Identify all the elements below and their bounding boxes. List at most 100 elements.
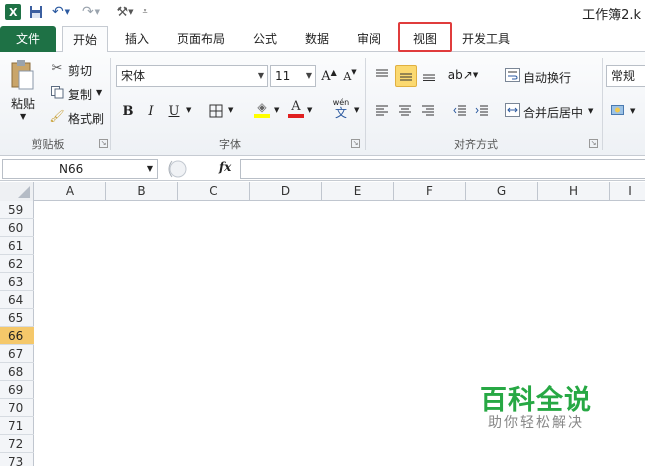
- chevron-down-icon: ▼: [146, 164, 153, 173]
- copy-dropdown-icon[interactable]: ▼: [96, 88, 102, 97]
- tab-formulas[interactable]: 公式: [244, 26, 286, 52]
- alignment-launcher-icon[interactable]: ↘: [589, 139, 598, 148]
- column-header-d[interactable]: D: [250, 182, 322, 201]
- redo-icon[interactable]: ↷ ▼: [80, 3, 102, 21]
- row-header[interactable]: 59: [0, 201, 34, 219]
- align-right-icon[interactable]: [418, 101, 438, 121]
- align-center-icon[interactable]: [395, 101, 415, 121]
- column-header-h[interactable]: H: [538, 182, 610, 201]
- row-header[interactable]: 73: [0, 453, 34, 466]
- decrease-font-icon[interactable]: A ▼: [340, 66, 360, 86]
- formula-input[interactable]: [240, 159, 645, 179]
- bold-button[interactable]: B: [118, 101, 138, 121]
- select-all-corner[interactable]: [0, 182, 34, 201]
- ribbon-home: 粘贴 ▼ ✂ 剪切 复制 ▼ 🖌 格式刷 剪贴板 ↘ 宋体 ▼ 11 ▼ A ▲ …: [0, 52, 645, 156]
- chevron-down-icon: ▼: [305, 71, 312, 80]
- cut-button-label[interactable]: 剪切: [68, 62, 92, 79]
- tab-developer[interactable]: 开发工具: [456, 26, 516, 52]
- orientation-icon[interactable]: ab↗ ▼: [448, 65, 478, 85]
- tab-home[interactable]: 开始: [62, 26, 108, 53]
- row-header[interactable]: 71: [0, 417, 34, 435]
- merge-center-button-label[interactable]: 合并后居中: [523, 104, 583, 121]
- row-header[interactable]: 60: [0, 219, 34, 237]
- column-header-b[interactable]: B: [106, 182, 178, 201]
- save-icon[interactable]: [28, 3, 44, 21]
- undo-icon[interactable]: ↶ ▼: [50, 3, 72, 21]
- paste-dropdown-icon[interactable]: ▼: [20, 112, 26, 121]
- row-header-active[interactable]: 66: [0, 327, 34, 345]
- row-header[interactable]: 72: [0, 435, 34, 453]
- column-header-e[interactable]: E: [322, 182, 394, 201]
- row-header[interactable]: 64: [0, 291, 34, 309]
- chevron-down-icon: ▼: [257, 71, 264, 80]
- decrease-indent-icon[interactable]: [450, 101, 470, 121]
- fill-color-icon[interactable]: ◈: [252, 99, 272, 119]
- row-header[interactable]: 65: [0, 309, 34, 327]
- align-bottom-icon[interactable]: [419, 65, 439, 85]
- tools-icon[interactable]: ⚒ ▼: [112, 3, 138, 21]
- tab-data[interactable]: 数据: [296, 26, 338, 52]
- number-format-select[interactable]: 常规: [606, 65, 645, 87]
- merge-dropdown-icon[interactable]: ▼: [588, 107, 593, 115]
- increase-font-icon[interactable]: A ▲: [319, 66, 339, 86]
- align-middle-icon[interactable]: [395, 65, 417, 87]
- row-header[interactable]: 67: [0, 345, 34, 363]
- copy-button-label[interactable]: 复制: [68, 86, 92, 103]
- clipboard-group-label: 剪贴板: [31, 138, 65, 151]
- wrap-text-icon[interactable]: [504, 67, 520, 83]
- align-top-icon[interactable]: [372, 65, 392, 85]
- align-left-icon[interactable]: [372, 101, 392, 121]
- column-header-a[interactable]: A: [35, 182, 106, 201]
- row-header[interactable]: 61: [0, 237, 34, 255]
- column-header-g[interactable]: G: [466, 182, 538, 201]
- excel-logo-icon[interactable]: X: [4, 3, 22, 21]
- font-launcher-icon[interactable]: ↘: [351, 139, 360, 148]
- accounting-format-icon[interactable]: [610, 102, 628, 118]
- group-divider: [110, 58, 111, 150]
- format-painter-icon[interactable]: 🖌: [49, 109, 64, 123]
- borders-icon[interactable]: [206, 101, 226, 121]
- font-size-select[interactable]: 11 ▼: [270, 65, 316, 87]
- underline-button[interactable]: U: [164, 101, 184, 121]
- formula-controls: fx: [162, 159, 240, 179]
- insert-function-icon[interactable]: fx: [219, 160, 231, 174]
- font-group-label: 字体: [219, 138, 241, 151]
- accounting-dropdown-icon[interactable]: ▼: [630, 107, 635, 115]
- row-header[interactable]: 69: [0, 381, 34, 399]
- group-divider: [365, 58, 366, 150]
- window-title: 工作簿2.k: [582, 8, 641, 23]
- font-color-icon[interactable]: A: [286, 99, 306, 119]
- name-box[interactable]: N66 ▼: [2, 159, 158, 179]
- font-color-dropdown-icon[interactable]: ▼: [307, 106, 312, 114]
- phonetic-dropdown-icon[interactable]: ▼: [354, 106, 359, 114]
- tab-review[interactable]: 审阅: [348, 26, 390, 52]
- phonetic-guide-icon[interactable]: wén 文: [328, 98, 354, 119]
- column-header-i[interactable]: I: [610, 182, 645, 201]
- fill-color-dropdown-icon[interactable]: ▼: [274, 106, 279, 114]
- cut-icon[interactable]: ✂: [50, 61, 64, 76]
- row-header[interactable]: 68: [0, 363, 34, 381]
- italic-button[interactable]: I: [141, 101, 161, 121]
- increase-indent-icon[interactable]: [472, 101, 492, 121]
- font-name-select[interactable]: 宋体 ▼: [116, 65, 268, 87]
- copy-icon[interactable]: [50, 85, 64, 99]
- row-header[interactable]: 62: [0, 255, 34, 273]
- clipboard-launcher-icon[interactable]: ↘: [99, 139, 108, 148]
- column-header-f[interactable]: F: [394, 182, 466, 201]
- wrap-text-button-label[interactable]: 自动换行: [523, 69, 571, 86]
- row-header[interactable]: 70: [0, 399, 34, 417]
- tab-insert[interactable]: 插入: [116, 26, 158, 52]
- merge-center-icon[interactable]: [504, 102, 520, 118]
- tab-file[interactable]: 文件: [0, 26, 56, 52]
- name-box-value: N66: [59, 162, 84, 176]
- paste-button-label[interactable]: 粘贴: [11, 95, 35, 112]
- column-header-c[interactable]: C: [178, 182, 250, 201]
- borders-dropdown-icon[interactable]: ▼: [228, 106, 233, 114]
- watermark-subtitle: 助你轻松解决: [488, 415, 584, 431]
- underline-dropdown-icon[interactable]: ▼: [186, 106, 191, 114]
- row-header[interactable]: 63: [0, 273, 34, 291]
- format-painter-button-label[interactable]: 格式刷: [68, 110, 104, 127]
- tab-page-layout[interactable]: 页面布局: [168, 26, 234, 52]
- customize-qat-icon[interactable]: ⩡: [140, 3, 150, 21]
- paste-icon[interactable]: [8, 58, 36, 92]
